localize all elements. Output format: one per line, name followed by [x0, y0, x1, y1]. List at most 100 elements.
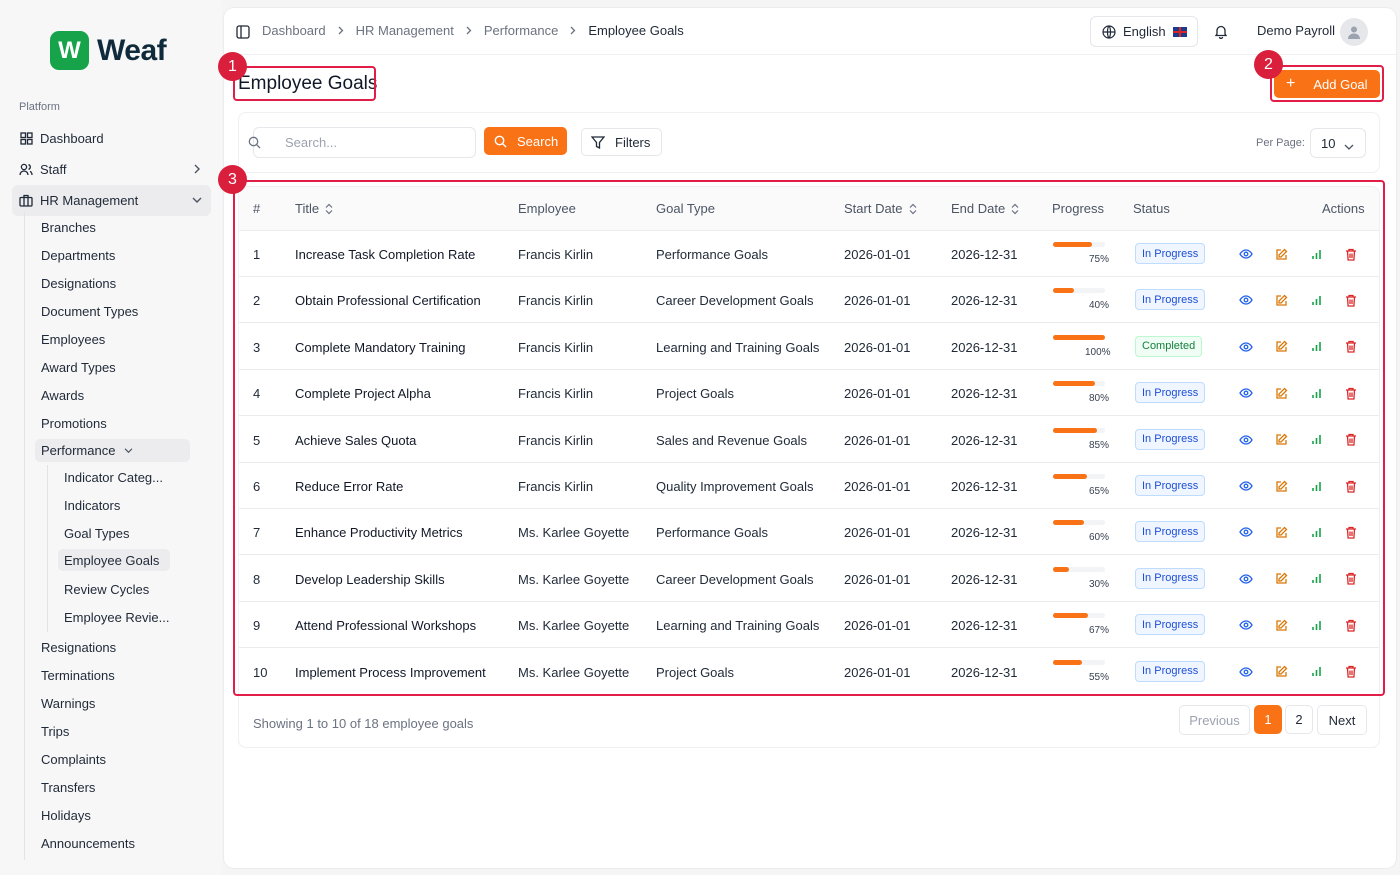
- trash-icon[interactable]: [1343, 664, 1359, 680]
- sidebar-item-performance[interactable]: Performance: [35, 439, 190, 462]
- trash-icon[interactable]: [1343, 292, 1359, 308]
- sidebar-item-holidays[interactable]: Holidays: [41, 804, 91, 826]
- edit-icon[interactable]: [1273, 571, 1289, 587]
- chart-icon[interactable]: [1308, 524, 1324, 540]
- avatar[interactable]: [1340, 18, 1368, 46]
- edit-icon[interactable]: [1273, 246, 1289, 262]
- cell-start-date: 2026-01-01: [844, 293, 911, 309]
- previous-button[interactable]: Previous: [1179, 705, 1250, 735]
- edit-icon[interactable]: [1273, 385, 1289, 401]
- search-button[interactable]: Search: [484, 127, 567, 155]
- sidebar-item-indicators[interactable]: Indicators: [64, 494, 120, 516]
- header-end-date[interactable]: End Date: [951, 201, 1019, 216]
- chart-icon[interactable]: [1308, 571, 1324, 587]
- sidebar-item-review-cycles[interactable]: Review Cycles: [64, 578, 149, 600]
- cell-title: Obtain Professional Certification: [295, 293, 481, 309]
- sidebar-item-designations[interactable]: Designations: [41, 272, 116, 294]
- chart-icon[interactable]: [1308, 292, 1324, 308]
- sidebar-item-staff[interactable]: Staff: [12, 154, 211, 185]
- header-start-date[interactable]: Start Date: [844, 201, 917, 216]
- trash-icon[interactable]: [1343, 617, 1359, 633]
- edit-icon[interactable]: [1273, 478, 1289, 494]
- sidebar-item-goal-types[interactable]: Goal Types: [64, 522, 130, 544]
- page-2-button[interactable]: 2: [1285, 705, 1313, 734]
- sidebar-item-complaints[interactable]: Complaints: [41, 748, 106, 770]
- chart-icon[interactable]: [1308, 339, 1324, 355]
- sidebar-item-employees[interactable]: Employees: [41, 328, 105, 350]
- cell-end-date: 2026-12-31: [951, 432, 1018, 448]
- sidebar-item-document-types[interactable]: Document Types: [41, 300, 138, 322]
- eye-icon[interactable]: [1238, 385, 1254, 401]
- progress-bar: [1053, 334, 1105, 340]
- eye-icon[interactable]: [1238, 478, 1254, 494]
- table-row: 5 Achieve Sales Quota Francis Kirlin Sales …: [239, 417, 1379, 463]
- eye-icon[interactable]: [1238, 524, 1254, 540]
- chart-icon[interactable]: [1308, 385, 1324, 401]
- trash-icon[interactable]: [1343, 339, 1359, 355]
- cell-goal-type: Project Goals: [656, 664, 735, 680]
- sidebar-item-employee-goals[interactable]: Employee Goals: [58, 549, 170, 571]
- search-input[interactable]: [253, 127, 476, 158]
- logo[interactable]: W Weaf: [50, 31, 167, 70]
- edit-icon[interactable]: [1273, 292, 1289, 308]
- cell-num: 5: [253, 432, 261, 448]
- chart-icon[interactable]: [1308, 246, 1324, 262]
- language-selector[interactable]: English: [1090, 16, 1198, 47]
- sidebar-item-hr-management[interactable]: HR Management: [12, 185, 211, 216]
- top-bar: Dashboard HR Management Performance Empl…: [224, 8, 1396, 55]
- next-button[interactable]: Next: [1317, 705, 1367, 735]
- sort-icon: [909, 203, 917, 215]
- sidebar-item-indicator-categories[interactable]: Indicator Categ...: [64, 466, 163, 488]
- sidebar-item-resignations[interactable]: Resignations: [41, 636, 116, 658]
- sidebar-item-employee-reviews[interactable]: Employee Revie...: [64, 606, 170, 628]
- sidebar-item-transfers[interactable]: Transfers: [41, 776, 95, 798]
- filters-button[interactable]: Filters: [581, 128, 662, 156]
- trash-icon[interactable]: [1343, 478, 1359, 494]
- eye-icon[interactable]: [1238, 339, 1254, 355]
- edit-icon[interactable]: [1273, 339, 1289, 355]
- edit-icon[interactable]: [1273, 432, 1289, 448]
- trash-icon[interactable]: [1343, 524, 1359, 540]
- trash-icon[interactable]: [1343, 385, 1359, 401]
- page-1-button[interactable]: 1: [1254, 705, 1282, 734]
- eye-icon[interactable]: [1238, 571, 1254, 587]
- per-page-select[interactable]: 10: [1310, 128, 1366, 158]
- sidebar-item-terminations[interactable]: Terminations: [41, 664, 115, 686]
- chart-icon[interactable]: [1308, 478, 1324, 494]
- bell-icon[interactable]: [1214, 24, 1228, 42]
- breadcrumb-performance[interactable]: Performance: [484, 23, 558, 38]
- sidebar-item-announcements[interactable]: Announcements: [41, 832, 135, 854]
- add-goal-button[interactable]: + Add Goal: [1274, 70, 1380, 98]
- sidebar-item-award-types[interactable]: Award Types: [41, 356, 116, 378]
- progress-bar: [1053, 520, 1105, 526]
- sidebar-item-dashboard[interactable]: Dashboard: [12, 123, 211, 154]
- sidebar-item-warnings[interactable]: Warnings: [41, 692, 95, 714]
- cell-end-date: 2026-12-31: [951, 571, 1018, 587]
- eye-icon[interactable]: [1238, 432, 1254, 448]
- user-name[interactable]: Demo Payroll: [1257, 23, 1335, 38]
- header-title[interactable]: Title: [295, 201, 333, 216]
- grid-icon: [19, 132, 33, 146]
- eye-icon[interactable]: [1238, 292, 1254, 308]
- sidebar-item-trips[interactable]: Trips: [41, 720, 69, 742]
- edit-icon[interactable]: [1273, 664, 1289, 680]
- edit-icon[interactable]: [1273, 524, 1289, 540]
- sidebar-item-awards[interactable]: Awards: [41, 384, 84, 406]
- chart-icon[interactable]: [1308, 664, 1324, 680]
- sidebar-item-branches[interactable]: Branches: [41, 216, 96, 238]
- sidebar-toggle-icon[interactable]: [236, 25, 250, 42]
- breadcrumb-hr-management[interactable]: HR Management: [356, 23, 454, 38]
- table-row: 7 Enhance Productivity Metrics Ms. Karlee …: [239, 509, 1379, 556]
- breadcrumb-dashboard[interactable]: Dashboard: [262, 23, 326, 38]
- eye-icon[interactable]: [1238, 664, 1254, 680]
- chart-icon[interactable]: [1308, 432, 1324, 448]
- trash-icon[interactable]: [1343, 571, 1359, 587]
- sidebar-item-departments[interactable]: Departments: [41, 244, 115, 266]
- sidebar-item-promotions[interactable]: Promotions: [41, 412, 107, 434]
- edit-icon[interactable]: [1273, 617, 1289, 633]
- trash-icon[interactable]: [1343, 432, 1359, 448]
- chart-icon[interactable]: [1308, 617, 1324, 633]
- eye-icon[interactable]: [1238, 617, 1254, 633]
- trash-icon[interactable]: [1343, 246, 1359, 262]
- eye-icon[interactable]: [1238, 246, 1254, 262]
